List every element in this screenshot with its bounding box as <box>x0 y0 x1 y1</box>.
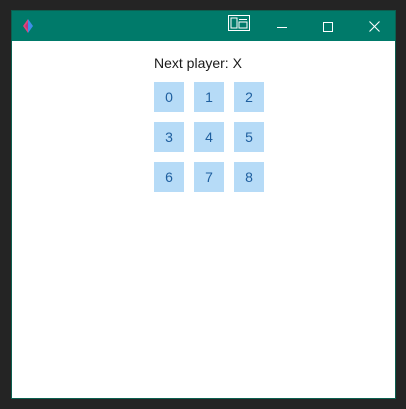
app-window: Next player: X 0 1 2 3 4 5 6 7 8 <box>11 10 396 399</box>
minimize-button[interactable] <box>259 11 305 41</box>
board-cell-3[interactable]: 3 <box>154 122 184 152</box>
tic-tac-toe-board: 0 1 2 3 4 5 6 7 8 <box>154 82 264 192</box>
board-cell-1[interactable]: 1 <box>194 82 224 112</box>
close-icon <box>368 17 380 36</box>
board-cell-8[interactable]: 8 <box>234 162 264 192</box>
board-cell-7[interactable]: 7 <box>194 162 224 192</box>
compact-overlay-icon <box>228 15 250 35</box>
minimize-icon <box>277 17 287 36</box>
close-button[interactable] <box>351 11 395 41</box>
status-text: Next player: X <box>154 55 242 71</box>
game-area: Next player: X 0 1 2 3 4 5 6 7 8 <box>12 41 395 398</box>
board-cell-2[interactable]: 2 <box>234 82 264 112</box>
maximize-icon <box>323 17 333 36</box>
title-bar[interactable] <box>12 11 395 41</box>
board-cell-4[interactable]: 4 <box>194 122 224 152</box>
board-cell-6[interactable]: 6 <box>154 162 184 192</box>
board-cell-5[interactable]: 5 <box>234 122 264 152</box>
app-logo-icon <box>20 18 36 34</box>
compact-overlay-button[interactable] <box>227 15 251 35</box>
maximize-button[interactable] <box>305 11 351 41</box>
board-cell-0[interactable]: 0 <box>154 82 184 112</box>
